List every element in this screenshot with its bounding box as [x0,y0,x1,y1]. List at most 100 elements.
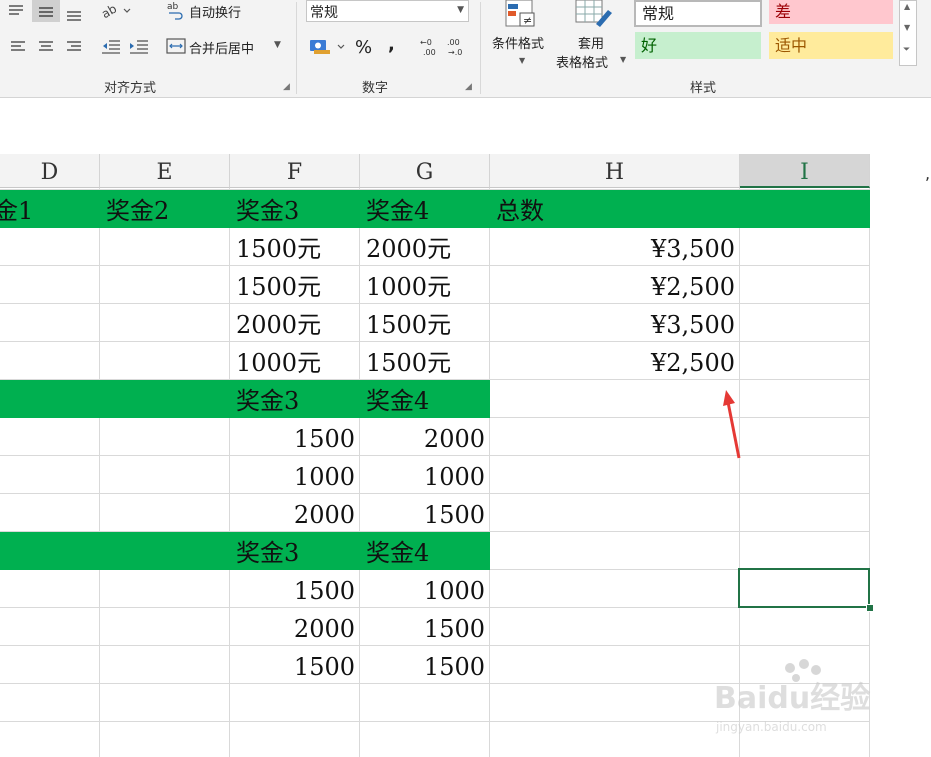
svg-text:.00: .00 [447,38,460,47]
align-right-icon[interactable] [64,38,84,56]
cell-f-header-3[interactable]: 奖金3 [230,532,360,570]
column-header-d[interactable]: D [0,154,100,188]
ribbon: ab ab 自动换行 合并后居中 ▼ 对齐方式 ◢ 常规 ▼ % , ←0.00… [0,0,931,98]
style-normal-label: 常规 [642,4,675,23]
style-neutral-label: 适中 [775,36,808,55]
decrease-decimal-icon[interactable]: .00 →.0 [445,36,467,58]
merge-center-icon [166,37,186,55]
overflow-mark: , [925,164,931,183]
cell-f-header-2[interactable]: 奖金3 [230,380,360,418]
table2-row-1-g[interactable]: 2000 [360,418,490,456]
table2-row-3-g[interactable]: 1500 [360,494,490,532]
align-bottom-icon[interactable] [62,2,86,22]
merge-center-button[interactable]: 合并后居中 [189,38,254,57]
table1-row-1-f[interactable]: 1500元 [230,228,360,266]
table2-row-3-f[interactable]: 2000 [230,494,360,532]
selected-cell[interactable] [738,568,870,608]
column-header-h[interactable]: H [490,154,740,188]
percent-style-button[interactable]: % [355,37,372,58]
watermark-url: jingyan.baidu.com [715,720,827,734]
increase-decimal-icon[interactable]: ←0.00 [418,36,440,58]
scroll-down-icon[interactable]: ▼ [904,23,910,32]
column-header-f[interactable]: F [230,154,360,188]
table2-row-2-f[interactable]: 1000 [230,456,360,494]
number-format-select[interactable]: 常规 ▼ [306,0,469,22]
alignment-dialog-launcher-icon[interactable]: ◢ [283,82,290,92]
table2-row-1-f[interactable]: 1500 [230,418,360,456]
number-group-label: 数字 [362,81,389,96]
format-as-table-line1[interactable]: 套用 [578,33,604,52]
increase-indent-icon[interactable] [128,38,150,56]
chevron-down-icon: ▼ [519,56,526,65]
align-left-icon[interactable] [8,38,28,56]
svg-text:.00: .00 [423,48,436,57]
table3-row-2-f[interactable]: 2000 [230,608,360,646]
table3-row-1-f[interactable]: 1500 [230,570,360,608]
table1-row-3-h[interactable]: ¥3,500 [490,304,740,342]
cell-d-header[interactable]: 金1 [0,190,94,228]
table1-row-2-g[interactable]: 1000元 [360,266,490,304]
align-middle-icon[interactable] [32,0,60,22]
table2-row-2-g[interactable]: 1000 [360,456,490,494]
column-header-g[interactable]: G [360,154,490,188]
scroll-up-icon[interactable]: ▲ [904,2,910,11]
accounting-format-icon[interactable] [308,36,348,58]
column-header-i[interactable]: I [740,154,870,188]
number-format-value: 常规 [310,5,338,21]
format-as-table-button[interactable]: 表格格式 [556,52,608,71]
table3-row-1-g[interactable]: 1000 [360,570,490,608]
decrease-indent-icon[interactable] [100,38,122,56]
table3-row-2-g[interactable]: 1500 [360,608,490,646]
table1-row-4-h[interactable]: ¥2,500 [490,342,740,380]
wrap-text-icon: ab [166,0,186,20]
conditional-format-button[interactable]: 条件格式 [492,33,544,52]
baidu-watermark: Baidu经验 jingyan.baidu.com [712,656,882,736]
table1-row-2-f[interactable]: 1500元 [230,266,360,304]
style-good[interactable]: 好 [635,32,761,59]
chevron-down-icon: ▼ [620,55,627,64]
cell-e-header[interactable]: 奖金2 [100,190,230,228]
svg-text:→.0: →.0 [448,48,462,57]
table1-row-3-f[interactable]: 2000元 [230,304,360,342]
conditional-format-icon: ≠ [504,0,540,28]
number-dialog-launcher-icon[interactable]: ◢ [465,82,472,92]
cell-f-header[interactable]: 奖金3 [230,190,360,228]
svg-text:≠: ≠ [523,14,532,27]
table1-row-1-h[interactable]: ¥3,500 [490,228,740,266]
style-bad-label: 差 [775,2,792,21]
style-normal[interactable]: 常规 [634,0,762,27]
annotation-arrow-icon [723,390,741,459]
table3-row-3-g[interactable]: 1500 [360,646,490,684]
align-top-icon[interactable] [4,2,28,22]
gallery-more-icon[interactable]: ⏷ [903,45,910,55]
comma-style-button[interactable]: , [388,34,395,55]
style-bad[interactable]: 差 [769,0,893,24]
styles-gallery-scroll[interactable]: ▲ ▼ ⏷ [899,0,917,66]
formula-bar-area [0,98,931,144]
align-center-icon[interactable] [36,38,56,56]
watermark-logo: Baidu经验 [714,681,870,716]
table3-row-3-f[interactable]: 1500 [230,646,360,684]
style-good-label: 好 [641,36,658,55]
column-header-e[interactable]: E [100,154,230,188]
wrap-text-button[interactable]: 自动换行 [189,2,241,21]
orientation-icon[interactable]: ab [99,0,132,22]
merge-dropdown-chevron-icon[interactable]: ▼ [274,40,281,50]
cell-g-header[interactable]: 奖金4 [360,190,490,228]
cell-g-header-3[interactable]: 奖金4 [360,532,490,570]
svg-text:ab: ab [167,2,179,12]
alignment-group-label: 对齐方式 [104,81,157,96]
table1-row-2-h[interactable]: ¥2,500 [490,266,740,304]
table1-row-1-g[interactable]: 2000元 [360,228,490,266]
table1-row-4-g[interactable]: 1500元 [360,342,490,380]
cell-g-header-2[interactable]: 奖金4 [360,380,490,418]
table1-row-4-f[interactable]: 1000元 [230,342,360,380]
svg-text:←0: ←0 [420,38,432,47]
format-as-table-icon [574,0,614,28]
table1-row-3-g[interactable]: 1500元 [360,304,490,342]
chevron-down-icon: ▼ [457,5,464,15]
cell-h-header[interactable]: 总数 [490,190,740,228]
styles-group-label: 样式 [690,81,717,96]
style-neutral[interactable]: 适中 [769,32,893,59]
fill-handle[interactable] [866,604,874,612]
